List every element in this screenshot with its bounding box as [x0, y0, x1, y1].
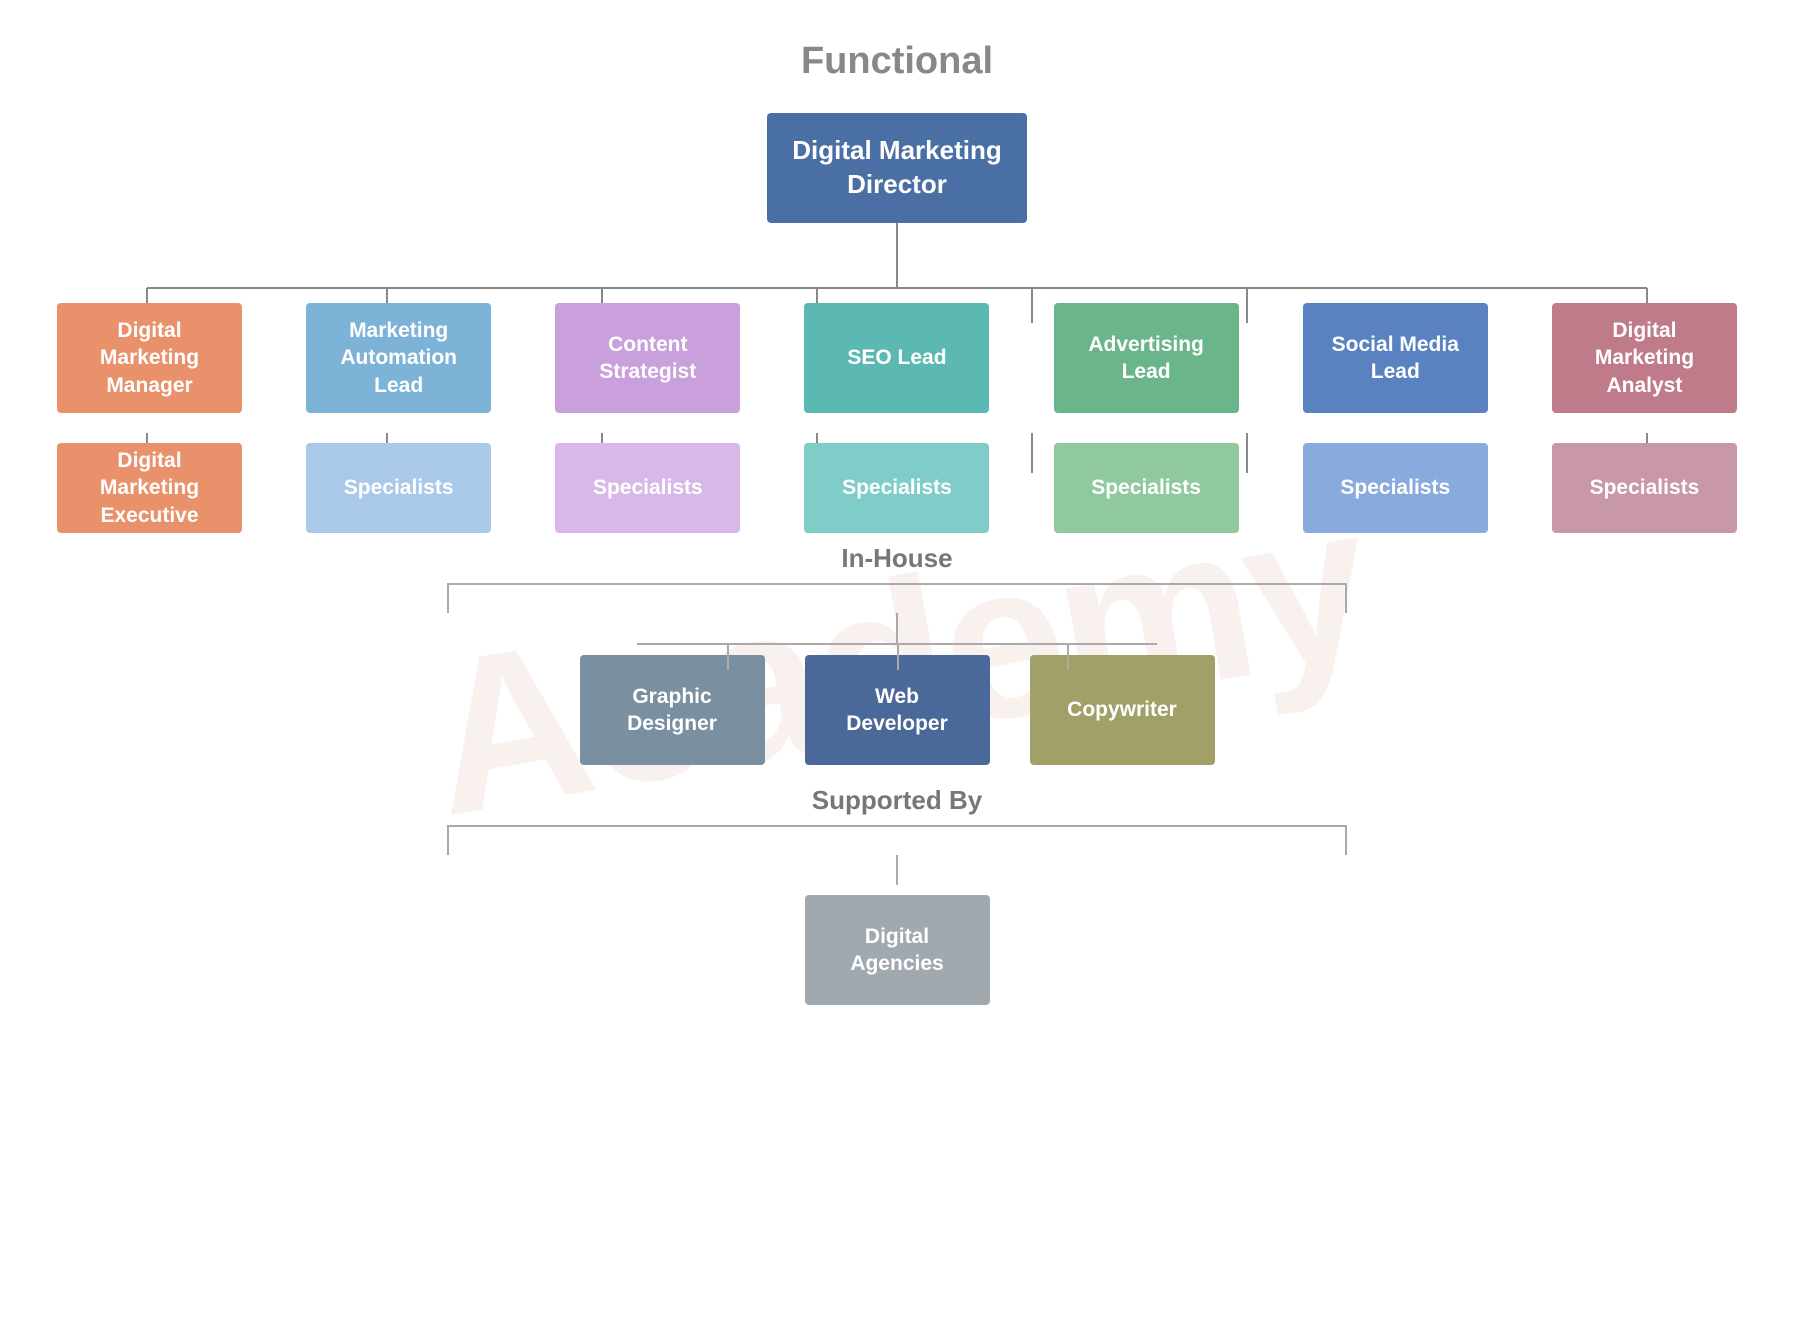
supported-label: Supported By — [449, 777, 1345, 828]
node-specialists-5: Specialists — [1303, 443, 1488, 533]
col-social-media-lead: Social MediaLead Specialists — [1303, 303, 1488, 533]
col-advertising-lead: AdvertisingLead Specialists — [1054, 303, 1239, 533]
node-social-media-lead: Social MediaLead — [1303, 303, 1488, 413]
node-content-strategist: ContentStrategist — [555, 303, 740, 413]
node-digital-marketing-manager: DigitalMarketingManager — [57, 303, 242, 413]
col-digital-marketing-analyst: DigitalMarketingAnalyst Specialists — [1552, 303, 1737, 533]
node-digital-agencies: DigitalAgencies — [805, 895, 990, 1005]
level2-row: DigitalMarketingManager DigitalMarketing… — [47, 303, 1747, 533]
page-title: Functional — [0, 0, 1794, 113]
supported-nodes: DigitalAgencies — [47, 885, 1747, 1035]
supported-section: Supported By DigitalAgencies — [47, 825, 1747, 1035]
node-web-developer: WebDeveloper — [805, 655, 990, 765]
node-digital-marketing-executive: DigitalMarketingExecutive — [57, 443, 242, 533]
node-seo-lead: SEO Lead — [804, 303, 989, 413]
node-specialists-1: Specialists — [306, 443, 491, 533]
node-director: Digital Marketing Director — [767, 113, 1027, 223]
col-marketing-automation-lead: MarketingAutomationLead Specialists — [306, 303, 491, 533]
inhouse-label: In-House — [449, 535, 1345, 586]
node-graphic-designer: GraphicDesigner — [580, 655, 765, 765]
node-advertising-lead: AdvertisingLead — [1054, 303, 1239, 413]
node-specialists-4: Specialists — [1054, 443, 1239, 533]
inhouse-section: In-House GraphicDesigner WebDeveloper Co… — [47, 583, 1747, 795]
node-digital-marketing-analyst: DigitalMarketingAnalyst — [1552, 303, 1737, 413]
node-marketing-automation-lead: MarketingAutomationLead — [306, 303, 491, 413]
col-seo-lead: SEO Lead Specialists — [804, 303, 989, 533]
col-digital-marketing-manager: DigitalMarketingManager DigitalMarketing… — [57, 303, 242, 533]
node-specialists-3: Specialists — [804, 443, 989, 533]
col-content-strategist: ContentStrategist Specialists — [555, 303, 740, 533]
director-row: Digital Marketing Director — [47, 113, 1747, 223]
org-chart: Digital Marketing Director DigitalMarket… — [47, 113, 1747, 1035]
node-copywriter: Copywriter — [1030, 655, 1215, 765]
node-specialists-6: Specialists — [1552, 443, 1737, 533]
node-specialists-2: Specialists — [555, 443, 740, 533]
